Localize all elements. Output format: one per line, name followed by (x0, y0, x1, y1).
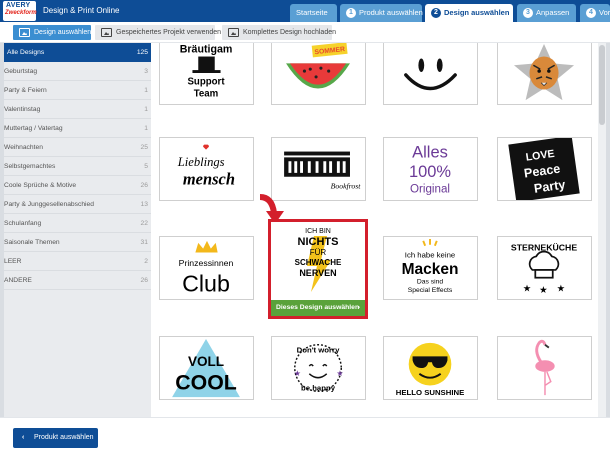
image-icon (101, 28, 112, 37)
category-item-saisonale-themen[interactable]: Saisonale Themen 31 (4, 233, 151, 252)
svg-text:Bräutigam: Bräutigam (180, 44, 233, 56)
source-toolbar: Design auswählen Gespeichertes Projekt v… (0, 22, 610, 43)
tiger-star-icon (513, 43, 575, 101)
crown-icon (195, 240, 218, 253)
svg-text:Team: Team (194, 88, 219, 99)
svg-text:Club: Club (182, 270, 230, 296)
category-item-party-feiern[interactable]: Party & Feiern 1 (4, 81, 151, 100)
design-tile-prinzessinnen-club[interactable]: Prinzessinnen Club (159, 236, 254, 300)
design-tile-keine-macken[interactable]: Ich habe keine Macken Das sind Special E… (383, 236, 478, 300)
design-tile-dont-worry[interactable]: Don't worry be happy ★ ★ (271, 336, 366, 400)
design-auswaehlen-button[interactable]: Design auswählen (13, 25, 91, 40)
svg-text:Ich habe keine: Ich habe keine (405, 250, 455, 259)
svg-text:be happy: be happy (301, 383, 336, 392)
tab-design-auswaehlen[interactable]: 2 Design auswählen (425, 4, 513, 22)
design-tile-flamingo[interactable] (497, 336, 592, 400)
svg-text:Bookfrost: Bookfrost (331, 181, 362, 190)
design-tile-hello-sunshine[interactable]: HELLO SUNSHINE (383, 336, 478, 400)
design-tile-nichts-fuer-schwache-nerven[interactable]: ICH BIN NICHTS FÜR SCHWACHE NERVEN Diese… (268, 219, 368, 319)
svg-text:★: ★ (557, 283, 566, 294)
sunglasses-smiley-icon (408, 342, 452, 386)
chevron-left-icon: ‹ (22, 434, 25, 441)
scrollbar-thumb[interactable] (599, 45, 605, 125)
category-item-junggesellenabschied[interactable]: Party & Junggesellenabschied 13 (4, 195, 151, 214)
svg-text:VOLL: VOLL (188, 354, 224, 369)
svg-text:★: ★ (294, 369, 301, 378)
app-header: AVERY Zweckform Design & Print Online St… (0, 0, 610, 22)
svg-text:Original: Original (410, 182, 450, 195)
svg-text:FÜR: FÜR (310, 248, 327, 257)
category-item-alle-designs[interactable]: Alle Designs 125 (4, 43, 151, 62)
design-tile-bookfrost[interactable]: Bookfrost (271, 137, 366, 201)
svg-text:★: ★ (336, 369, 343, 378)
block-letters-icon (284, 151, 350, 177)
category-item-leer[interactable]: LEER 2 (4, 252, 151, 271)
tab-vorschau[interactable]: 4Vors (580, 4, 610, 22)
gespeichertes-projekt-button[interactable]: Gespeichertes Projekt verwenden (95, 25, 221, 40)
image-icon (19, 28, 30, 37)
svg-text:Special Effects: Special Effects (408, 287, 453, 294)
chevron-right-icon: › (357, 304, 360, 311)
watermelon-icon (286, 63, 350, 89)
svg-text:HELLO SUNSHINE: HELLO SUNSHINE (396, 388, 464, 397)
svg-text:100%: 100% (409, 163, 451, 181)
tab-startseite[interactable]: Startseite (290, 4, 337, 22)
category-item-selbstgemachtes[interactable]: Selbstgemachtes 5 (4, 157, 151, 176)
svg-text:Alles: Alles (412, 143, 448, 161)
category-item-geburtstag[interactable]: Geburtstag 3 (4, 62, 151, 81)
smiley-face-icon (404, 58, 457, 91)
category-item-weihnachten[interactable]: Weihnachten 25 (4, 138, 151, 157)
category-item-muttertag-vatertag[interactable]: Muttertag / Vatertag 1 (4, 119, 151, 138)
svg-text:SCHWACHE: SCHWACHE (295, 258, 342, 267)
chef-hat-icon (528, 250, 560, 279)
svg-text:ICH BIN: ICH BIN (305, 228, 331, 235)
svg-text:NICHTS: NICHTS (298, 236, 339, 248)
tab-produkt-auswaehlen[interactable]: 1 Produkt auswählen (340, 4, 423, 22)
svg-text:NERVEN: NERVEN (299, 268, 336, 278)
top-hat-icon (192, 56, 221, 73)
svg-text:Macken: Macken (402, 261, 459, 278)
design-tile-voll-cool[interactable]: VOLL COOL (159, 336, 254, 400)
category-item-coole-sprueche[interactable]: Coole Sprüche & Motive 26 (4, 176, 151, 195)
design-gallery: Bräutigam Support Team SOMMER Lieblings … (151, 43, 606, 417)
design-tile-alles-original[interactable]: Alles 100% Original (383, 137, 478, 201)
design-tile-braeutigam[interactable]: Bräutigam Support Team (159, 43, 254, 105)
app-title: Design & Print Online (43, 6, 120, 15)
category-item-andere[interactable]: ANDERE 26 (4, 271, 151, 290)
category-sidebar: Alle Designs 125 Geburtstag 3 Party & Feie… (4, 43, 151, 417)
design-tile-tiger[interactable] (497, 43, 592, 105)
design-tile-smiley[interactable] (383, 43, 478, 105)
svg-text:Das sind: Das sind (417, 279, 444, 286)
design-tile-melone[interactable]: SOMMER (271, 43, 366, 105)
design-tile-sternekueche[interactable]: STERNEKÜCHE ★ ★ ★ (497, 236, 592, 300)
category-item-valentinstag[interactable]: Valentinstag 1 (4, 100, 151, 119)
category-item-schulanfang[interactable]: Schulanfang 22 (4, 214, 151, 233)
svg-text:Support: Support (187, 77, 225, 88)
svg-text:mensch: mensch (183, 170, 235, 189)
select-design-button[interactable]: Dieses Design auswählen › (271, 300, 365, 316)
svg-text:Prinzessinnen: Prinzessinnen (179, 258, 234, 268)
design-tile-lieblingsmensch[interactable]: Lieblings mensch (159, 137, 254, 201)
tab-anpassen[interactable]: 3 Anpassen (517, 4, 576, 22)
gallery-scrollbar[interactable] (598, 43, 606, 417)
footer-bar: ‹ Produkt auswählen (0, 417, 610, 458)
design-tile-love-peace-party[interactable]: LOVE Peace Party (497, 137, 592, 201)
svg-text:COOL: COOL (175, 370, 237, 394)
design-hochladen-button[interactable]: Komplettes Design hochladen (222, 25, 336, 40)
svg-text:Lieblings: Lieblings (177, 155, 225, 169)
image-icon (228, 28, 239, 37)
avery-logo[interactable]: AVERY Zweckform (3, 1, 37, 21)
flamingo-icon (535, 339, 555, 396)
svg-text:★: ★ (539, 285, 548, 296)
produkt-auswaehlen-back-button[interactable]: ‹ Produkt auswählen (13, 428, 98, 448)
svg-text:★: ★ (523, 283, 532, 294)
svg-text:Don't worry: Don't worry (297, 346, 340, 355)
